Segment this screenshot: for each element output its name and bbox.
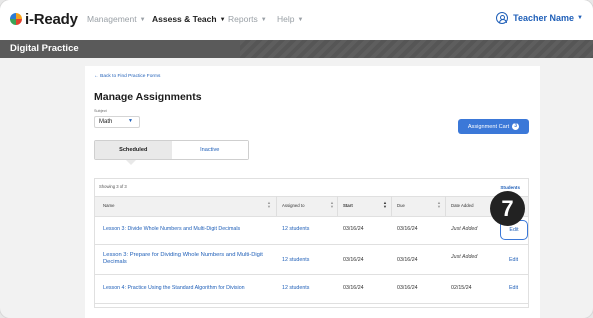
column-divider: [276, 196, 277, 216]
user-name: Teacher Name: [513, 13, 575, 23]
due-date: 03/16/24: [397, 257, 418, 263]
column-header-name[interactable]: Name: [103, 203, 114, 208]
date-added: 02/15/24: [451, 285, 472, 291]
assigned-students-link[interactable]: 12 students: [282, 285, 309, 291]
top-navigation: i-Ready Management ▼ Assess & Teach ▼ Repo…: [0, 0, 593, 41]
date-added: Just Added: [451, 226, 478, 232]
edit-label: Edit: [509, 227, 519, 233]
chevron-down-icon: ▼: [139, 17, 146, 23]
column-divider: [445, 196, 446, 216]
cart-count-badge: 3: [512, 123, 520, 130]
tab-inactive[interactable]: Inactive: [171, 141, 248, 159]
header-pattern: [240, 40, 593, 58]
manage-assignments-panel: ← Back to Find Practice Forms Manage Ass…: [85, 66, 540, 318]
menu-management[interactable]: Management ▼: [87, 14, 146, 24]
step-number-badge: 7: [490, 191, 525, 226]
assignments-table: Showing 3 of 3 Students Name ▲ ▼ Assigned…: [94, 178, 529, 308]
column-header-date-added[interactable]: Date Added: [451, 203, 473, 208]
edit-button[interactable]: Edit: [509, 257, 518, 263]
start-date: 03/16/24: [343, 285, 364, 291]
menu-label: Reports: [228, 14, 258, 24]
brand-logo-icon: [10, 13, 22, 25]
sort-icon[interactable]: ▲ ▼: [330, 201, 334, 209]
chevron-down-icon: ▼: [577, 15, 583, 21]
menu-assess-teach[interactable]: Assess & Teach ▼: [152, 14, 226, 24]
chevron-down-icon: ▼: [260, 17, 267, 23]
assignment-name-link[interactable]: Lesson 3: Prepare for Dividing Whole Num…: [103, 252, 273, 266]
app-window: i-Ready Management ▼ Assess & Teach ▼ Repo…: [0, 0, 593, 318]
menu-reports[interactable]: Reports ▼: [228, 14, 267, 24]
page-title: Manage Assignments: [94, 91, 202, 103]
due-date: 03/16/24: [397, 285, 418, 291]
menu-label: Management: [87, 14, 137, 24]
assignment-cart-button[interactable]: Assignment Cart 3: [458, 119, 529, 134]
start-date: 03/16/24: [343, 226, 364, 232]
tab-scheduled[interactable]: Scheduled: [95, 141, 172, 159]
table-row: Lesson 3: Divide Whole Numbers and Multi…: [95, 216, 528, 245]
table-header: Name ▲ ▼ Assigned to ▲ ▼ Start ▲ ▼ Due ▲ ▼ D…: [95, 196, 528, 217]
column-header-due[interactable]: Due: [397, 203, 405, 208]
back-link[interactable]: ← Back to Find Practice Forms: [94, 74, 160, 79]
date-added: Just Added: [451, 254, 478, 260]
section-title: Digital Practice: [10, 43, 79, 54]
sort-icon[interactable]: ▲ ▼: [383, 201, 387, 209]
sort-icon[interactable]: ▲ ▼: [267, 201, 271, 209]
cart-label: Assignment Cart: [467, 123, 510, 130]
menu-label: Assess & Teach: [152, 14, 217, 24]
user-avatar-icon: [496, 12, 509, 24]
section-header: Digital Practice: [0, 40, 593, 58]
column-header-start[interactable]: Start: [343, 203, 353, 208]
menu-help[interactable]: Help ▼: [277, 14, 303, 24]
assignment-name-link[interactable]: Lesson 3: Divide Whole Numbers and Multi…: [103, 226, 240, 232]
column-divider: [337, 196, 338, 216]
subject-value: Math: [99, 119, 113, 125]
chevron-down-icon: ▼: [219, 17, 226, 23]
brand-logo[interactable]: i-Ready: [10, 9, 78, 29]
due-date: 03/16/24: [397, 226, 418, 232]
start-date: 03/16/24: [343, 257, 364, 263]
assigned-students-link[interactable]: 12 students: [282, 226, 309, 232]
chevron-down-icon: ▼: [297, 17, 304, 23]
user-menu[interactable]: Teacher Name ▼: [496, 12, 583, 24]
edit-button[interactable]: Edit: [509, 285, 518, 291]
selected-tab-pointer: [126, 160, 136, 165]
brand-name: i-Ready: [25, 10, 78, 28]
assigned-students-link[interactable]: 12 students: [282, 257, 309, 263]
assignment-name-link[interactable]: Lesson 4: Practice Using the Standard Al…: [103, 285, 245, 291]
chevron-down-icon: ▼: [128, 118, 133, 124]
students-link[interactable]: Students: [500, 185, 520, 190]
column-divider: [391, 196, 392, 216]
assignment-tabs: Scheduled Inactive: [94, 140, 249, 160]
table-row: Lesson 3: Prepare for Dividing Whole Num…: [95, 245, 528, 275]
showing-count: Showing 3 of 3: [99, 184, 127, 189]
sort-icon[interactable]: ▲ ▼: [437, 201, 441, 209]
subject-label: Subject: [94, 109, 107, 113]
column-header-assigned[interactable]: Assigned to: [282, 203, 304, 208]
table-row: Lesson 4: Practice Using the Standard Al…: [95, 275, 528, 304]
subject-select[interactable]: Math ▼: [94, 116, 140, 128]
menu-label: Help: [277, 14, 295, 24]
